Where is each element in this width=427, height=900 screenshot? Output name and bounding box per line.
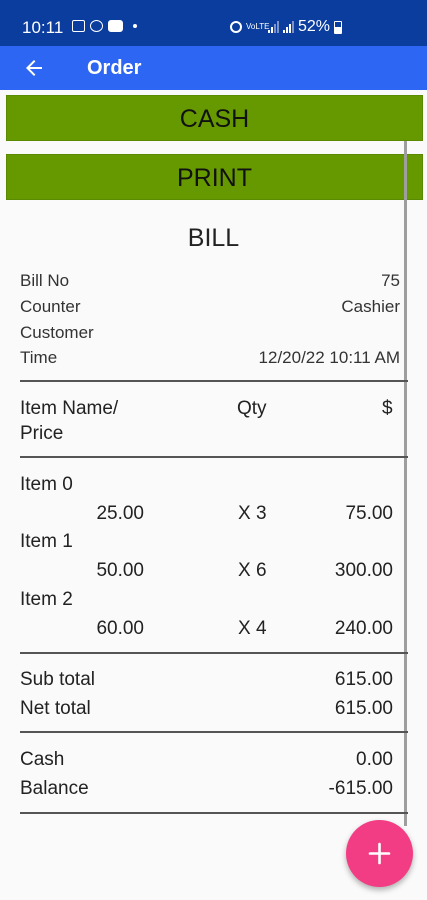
item-name: Item 1 (20, 531, 73, 552)
balance-label: Balance (20, 778, 89, 799)
header-item-name: Item Name/ (20, 398, 119, 419)
item-qty: X 4 (238, 618, 267, 639)
item-qty: X 3 (238, 503, 267, 524)
plus-icon (368, 842, 391, 865)
cash-label: Cash (20, 749, 65, 770)
youtube-icon (108, 20, 123, 32)
volte-icon: VoLTE (246, 22, 270, 31)
divider (20, 731, 408, 733)
item-price: 50.00 (96, 560, 144, 581)
bill-no-value: 75 (381, 271, 400, 290)
divider (20, 456, 408, 458)
status-time: 10:11 (22, 18, 64, 37)
nettotal-value: 615.00 (334, 698, 393, 719)
more-notifications-icon (133, 24, 137, 28)
counter-label: Counter (20, 297, 81, 316)
time-value: 12/20/22 10:11 AM (258, 348, 400, 367)
header-qty: Qty (237, 398, 267, 419)
alarm-icon (230, 21, 242, 33)
subtotal-value: 615.00 (334, 669, 393, 690)
app-icon (90, 20, 103, 32)
status-bar: 10:11 VoLTE 52% (0, 0, 427, 46)
battery-icon (334, 20, 343, 34)
battery-percent: 52% (298, 18, 331, 35)
notification-icons (72, 20, 137, 32)
divider (20, 652, 408, 654)
header-amount: $ (382, 398, 393, 419)
print-button[interactable]: PRINT (6, 154, 423, 200)
divider (20, 812, 408, 814)
signal-icon-2 (283, 21, 294, 33)
back-arrow-icon[interactable] (22, 56, 46, 80)
item-total: 300.00 (334, 560, 393, 581)
add-fab-button[interactable] (346, 820, 413, 887)
balance-value: -615.00 (328, 778, 393, 799)
time-label: Time (20, 348, 58, 367)
item-total: 75.00 (345, 503, 393, 524)
item-qty: X 6 (238, 560, 267, 581)
system-icons: VoLTE 52% (230, 18, 343, 36)
counter-value: Cashier (341, 297, 400, 316)
bill-title: BILL (187, 224, 240, 252)
cash-value: 0.00 (356, 749, 393, 770)
page-title: Order (87, 57, 142, 79)
app-bar: Order (0, 46, 427, 90)
item-price: 60.00 (96, 618, 144, 639)
item-price: 25.00 (96, 503, 144, 524)
subtotal-label: Sub total (20, 669, 95, 690)
cash-button[interactable]: CASH (6, 95, 423, 141)
nettotal-label: Net total (20, 698, 91, 719)
item-name: Item 2 (20, 589, 73, 610)
gallery-icon (72, 20, 85, 32)
header-price: Price (20, 423, 64, 444)
bill-no-label: Bill No (20, 271, 70, 290)
divider (20, 380, 408, 382)
customer-label: Customer (20, 323, 94, 342)
signal-icon (268, 21, 279, 33)
item-total: 240.00 (334, 618, 393, 639)
item-name: Item 0 (20, 474, 73, 495)
